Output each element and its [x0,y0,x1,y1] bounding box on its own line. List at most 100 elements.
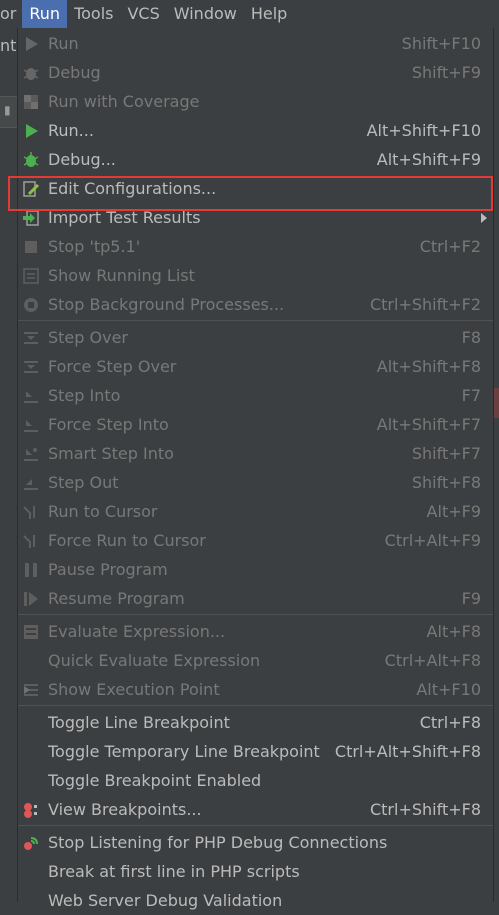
menu-separator [18,320,493,321]
pause-icon [22,561,40,579]
menu-item-step-over[interactable]: Step Over F8 [18,323,493,352]
menubar-item-help[interactable]: Help [244,0,294,28]
menu-item-show-execution-point[interactable]: Show Execution Point Alt+F10 [18,675,493,704]
menu-item-label: Smart Step Into [48,444,174,463]
menu-item-shortcut: Ctrl+F8 [419,713,481,732]
menu-item-run-with-coverage[interactable]: Run with Coverage [18,87,493,116]
menu-item-shortcut: Ctrl+Alt+F8 [384,651,481,670]
menu-item-run[interactable]: Run Shift+F10 [18,29,493,58]
menu-item-stop-listening-php-debug[interactable]: Stop Listening for PHP Debug Connections [18,828,493,857]
menu-item-shortcut: Alt+Shift+F10 [366,121,481,140]
menu-item-label: Run... [48,121,94,140]
menu-item-label: View Breakpoints... [48,800,202,819]
menu-item-run-to-cursor[interactable]: Run to Cursor Alt+F9 [18,497,493,526]
menu-item-shortcut: F9 [461,589,481,608]
run-menu-dropdown: Run Shift+F10 Debug Shift+F9 Run with Co… [17,28,494,910]
menu-item-force-step-into[interactable]: Force Step Into Alt+Shift+F7 [18,410,493,439]
execution-point-icon [22,681,40,699]
menubar-item-window[interactable]: Window [167,0,244,28]
menu-item-toggle-line-breakpoint[interactable]: Toggle Line Breakpoint Ctrl+F8 [18,708,493,737]
menu-item-stop[interactable]: Stop 'tp5.1' Ctrl+F2 [18,232,493,261]
menu-item-label: Stop Background Processes... [48,295,285,314]
menu-separator [18,825,493,826]
menu-item-label: Force Run to Cursor [48,531,206,550]
menubar-item-fragment[interactable]: or [0,0,22,28]
smart-step-into-icon [22,445,40,463]
menu-item-shortcut: Alt+F8 [426,622,481,641]
menu-item-evaluate-expression[interactable]: Evaluate Expression... Alt+F8 [18,617,493,646]
menu-item-quick-evaluate-expression[interactable]: Quick Evaluate Expression Ctrl+Alt+F8 [18,646,493,675]
menu-item-label: Break at first line in PHP scripts [48,862,300,881]
force-step-over-icon [22,358,40,376]
editor-tab-fragment[interactable]: ntr [0,36,17,64]
menu-item-label: Web Server Debug Validation [48,891,283,910]
menu-item-run-ellipsis[interactable]: Run... Alt+Shift+F10 [18,116,493,145]
menu-item-break-at-first-line-php[interactable]: Break at first line in PHP scripts [18,857,493,886]
menu-item-label: Toggle Line Breakpoint [48,713,230,732]
menu-item-web-server-debug-validation[interactable]: Web Server Debug Validation [18,886,493,915]
menu-item-step-out[interactable]: Step Out Shift+F8 [18,468,493,497]
menu-item-view-breakpoints[interactable]: View Breakpoints... Ctrl+Shift+F8 [18,795,493,824]
menu-item-label: Debug [48,63,101,82]
step-over-icon [22,329,40,347]
menu-item-label: Resume Program [48,589,185,608]
menubar-item-tools[interactable]: Tools [67,0,120,28]
stop-icon [22,238,40,256]
menu-item-shortcut: Shift+F8 [411,473,481,492]
menu-item-label: Step Out [48,473,119,492]
menu-item-label: Stop Listening for PHP Debug Connections [48,833,388,852]
menu-bar: or Run Tools VCS Window Help [0,0,499,28]
menu-item-shortcut: Ctrl+Shift+F2 [369,295,481,314]
menu-item-pause-program[interactable]: Pause Program [18,555,493,584]
toolbar-fragment: ▮ [0,96,17,128]
menu-item-force-step-over[interactable]: Force Step Over Alt+Shift+F8 [18,352,493,381]
menu-item-shortcut: Shift+F9 [411,63,481,82]
menu-item-stop-background-processes[interactable]: Stop Background Processes... Ctrl+Shift+… [18,290,493,319]
menu-item-shortcut: Ctrl+Shift+F8 [369,800,481,819]
stop-bg-icon [22,296,40,314]
menu-item-debug-ellipsis[interactable]: Debug... Alt+Shift+F9 [18,145,493,174]
menu-item-show-running-list[interactable]: Show Running List [18,261,493,290]
force-step-into-icon [22,416,40,434]
import-icon [22,209,40,227]
menu-item-toggle-temporary-line-breakpoint[interactable]: Toggle Temporary Line Breakpoint Ctrl+Al… [18,737,493,766]
menu-item-resume-program[interactable]: Resume Program F9 [18,584,493,613]
evaluate-icon [22,623,40,641]
force-run-to-cursor-icon [22,532,40,550]
menu-item-step-into[interactable]: Step Into F7 [18,381,493,410]
menu-separator [18,614,493,615]
menu-item-shortcut: Ctrl+Alt+Shift+F8 [334,742,481,761]
debug-icon [22,64,40,82]
menu-item-shortcut: F7 [461,386,481,405]
menu-item-debug[interactable]: Debug Shift+F9 [18,58,493,87]
menubar-item-run[interactable]: Run [22,0,68,28]
menu-item-label: Quick Evaluate Expression [48,651,261,670]
menu-item-label: Stop 'tp5.1' [48,237,141,256]
scroll-marker [494,388,499,418]
submenu-arrow-icon [481,213,487,223]
menu-item-label: Run to Cursor [48,502,158,521]
step-out-icon [22,474,40,492]
menubar-item-vcs[interactable]: VCS [120,0,166,28]
menu-item-label: Show Running List [48,266,195,285]
php-listen-icon [22,834,40,852]
menu-item-label: Pause Program [48,560,168,579]
menu-item-force-run-to-cursor[interactable]: Force Run to Cursor Ctrl+Alt+F9 [18,526,493,555]
menu-item-shortcut: Alt+F10 [416,680,481,699]
annotation-highlight-box [8,176,493,211]
coverage-icon [22,93,40,111]
menu-separator [18,705,493,706]
toolbar-button-icon[interactable]: ▮ [4,103,14,119]
breakpoints-icon [22,801,40,819]
menu-item-shortcut: Alt+Shift+F7 [376,415,481,434]
menu-item-label: Debug... [48,150,116,169]
run-icon [22,35,40,53]
menu-item-smart-step-into[interactable]: Smart Step Into Shift+F7 [18,439,493,468]
menu-item-label: Run [48,34,79,53]
menu-item-shortcut: F8 [461,328,481,347]
menu-item-shortcut: Ctrl+Alt+F9 [384,531,481,550]
menu-item-toggle-breakpoint-enabled[interactable]: Toggle Breakpoint Enabled [18,766,493,795]
step-into-icon [22,387,40,405]
list-icon [22,267,40,285]
menu-item-label: Toggle Breakpoint Enabled [48,771,262,790]
